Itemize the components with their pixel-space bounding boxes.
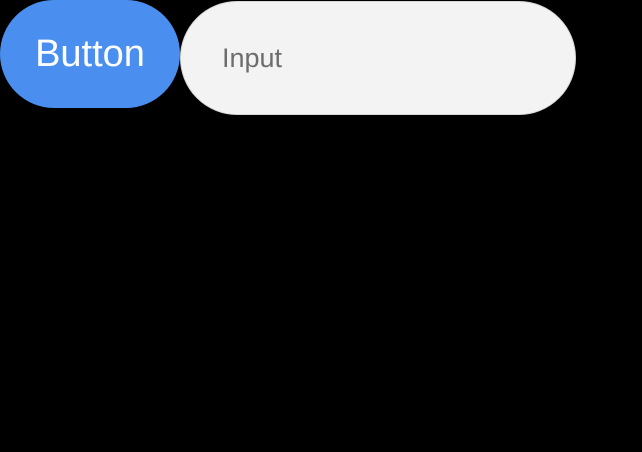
primary-button[interactable]: Button — [0, 0, 180, 108]
text-input[interactable] — [180, 1, 576, 115]
canvas: Button — [0, 0, 642, 452]
